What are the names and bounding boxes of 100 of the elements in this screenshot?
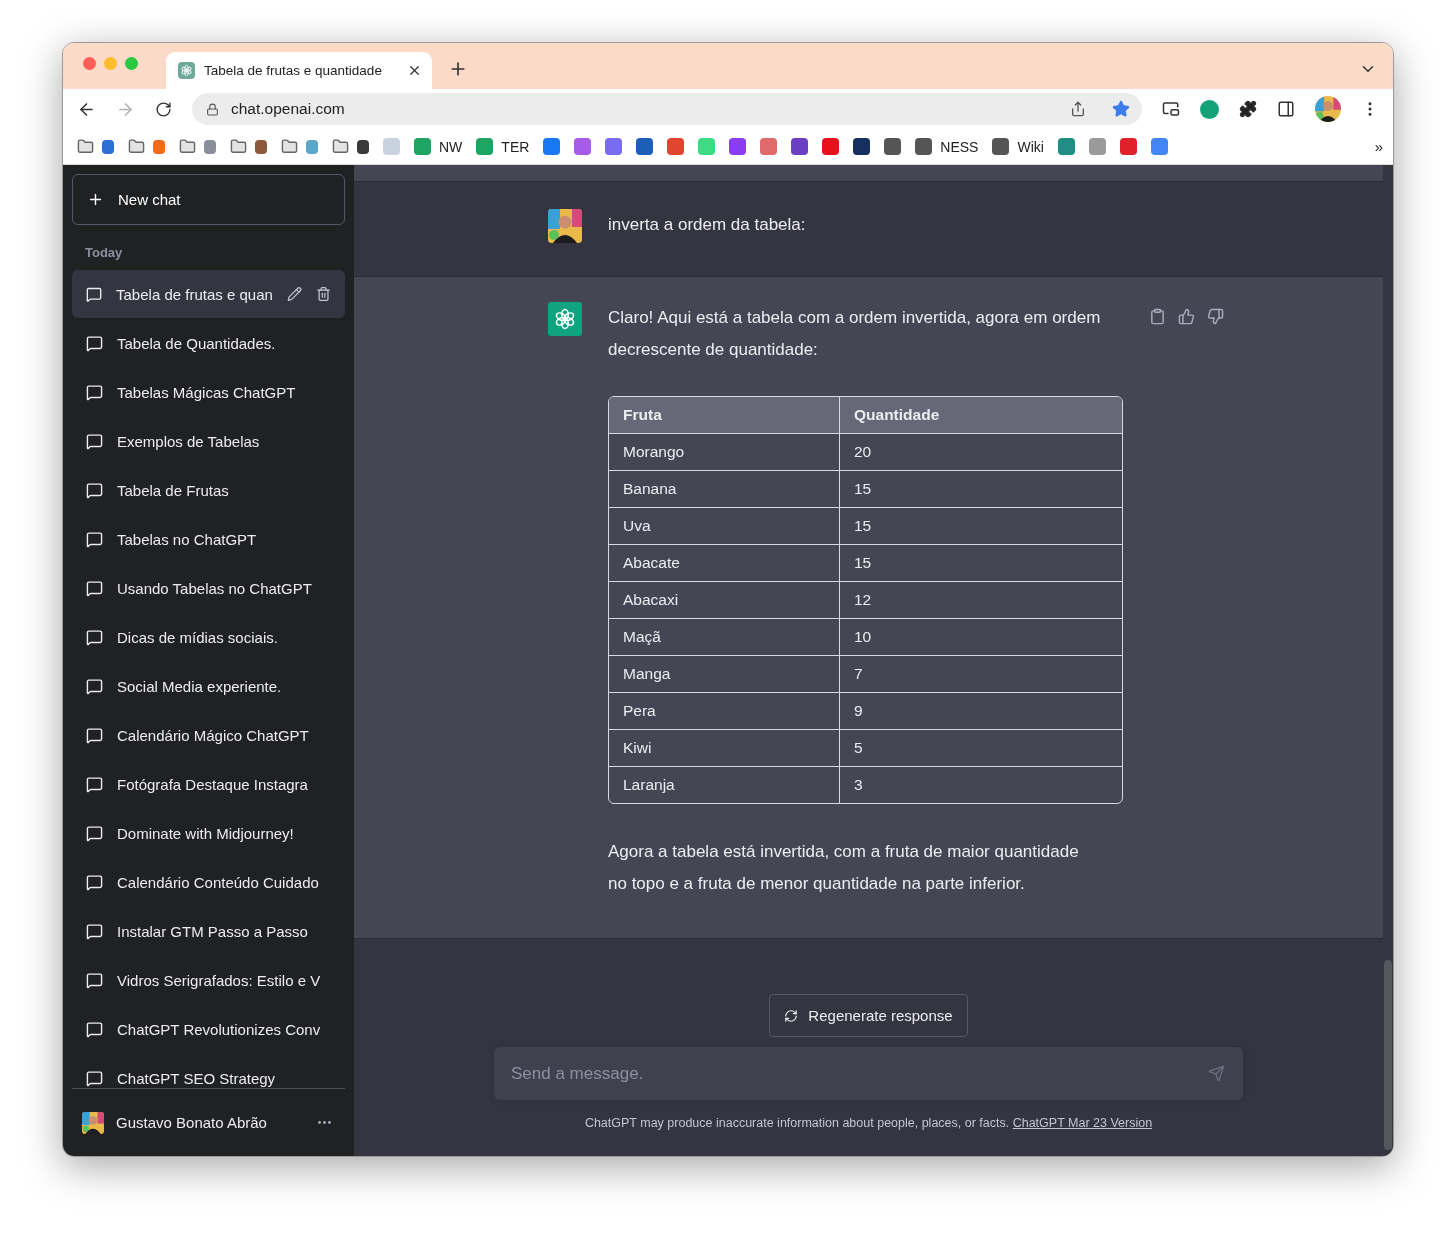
table-cell: 5 (839, 730, 1122, 767)
chat-item[interactable]: Tabela de Frutas (72, 466, 345, 514)
chat-item[interactable]: Usando Tabelas no ChatGPT (72, 564, 345, 612)
chat-bubble-icon (86, 285, 103, 303)
trash-icon[interactable] (315, 286, 331, 302)
table-cell-text: Laranja (622, 775, 676, 795)
chat-item[interactable]: Dicas de mídias sociais. (72, 613, 345, 661)
chat-item[interactable]: Calendário Mágico ChatGPT (72, 711, 345, 759)
chat-bubble-icon (86, 1069, 103, 1087)
reload-icon[interactable] (155, 100, 172, 118)
chat-item[interactable]: ChatGPT SEO Strategy (72, 1054, 345, 1088)
chat-item[interactable]: Dominate with Midjourney! (72, 809, 345, 857)
more-bookmarks-button[interactable]: » (1374, 138, 1383, 155)
table-cell: 7 (839, 656, 1122, 693)
chat-bubble-icon (86, 383, 103, 401)
table-cell: Maçã (609, 619, 839, 656)
regenerate-button[interactable]: Regenerate response (769, 994, 968, 1037)
browser-tab[interactable]: Tabela de frutas e quantidade (166, 52, 432, 89)
table-cell: 20 (839, 434, 1122, 471)
bookmark-icon[interactable] (884, 138, 902, 155)
side-panel-icon[interactable] (1277, 100, 1295, 118)
chat-bubble-icon (86, 775, 103, 793)
assistant-logo-icon (548, 302, 582, 336)
chat-bubble-icon (86, 677, 103, 695)
chat-item[interactable]: ChatGPT Revolutionizes Conv (72, 1005, 345, 1053)
bookmark-folder[interactable] (230, 138, 267, 155)
bookmark-folder[interactable] (332, 138, 369, 155)
folder-icon (332, 138, 349, 155)
chat-item[interactable]: Tabela de Quantidades. (72, 319, 345, 367)
chat-item[interactable]: Instalar GTM Passo a Passo (72, 907, 345, 955)
message-input[interactable]: Send a message. (494, 1047, 1243, 1100)
clipboard-icon[interactable] (1149, 308, 1166, 325)
table-cell: 9 (839, 693, 1122, 730)
chat-item[interactable]: Exemplos de Tabelas (72, 417, 345, 465)
bookmark-icon[interactable] (636, 138, 654, 155)
bookmark-folder[interactable] (77, 138, 114, 155)
bookmark-folder[interactable] (179, 138, 216, 155)
bookmark-icon[interactable] (791, 138, 809, 155)
chat-bubble-icon (86, 481, 103, 499)
new-chat-button[interactable]: New chat (72, 174, 345, 225)
chat-bubble-icon (86, 530, 103, 548)
chat-bubble-icon (86, 922, 103, 940)
bookmark[interactable]: Wiki (992, 138, 1044, 155)
share-icon[interactable] (1070, 101, 1086, 117)
star-icon[interactable] (1112, 100, 1130, 118)
table-cell: 15 (839, 508, 1122, 545)
puzzle-icon[interactable] (1239, 100, 1257, 118)
address-bar[interactable]: chat.openai.com (192, 93, 1142, 125)
assistant-message: Claro! Aqui está a tabela com a ordem invertida, agora em ordem decrescente de quantidade: (608, 307, 1102, 361)
chat-bubble-icon (86, 726, 103, 744)
table-cell: 12 (839, 582, 1122, 619)
bookmark-folder[interactable] (128, 138, 165, 155)
folder-icon (128, 138, 145, 155)
folder-icon (179, 138, 196, 155)
section-label: Today (84, 244, 124, 262)
scrollbar-thumb[interactable] (1384, 960, 1392, 1150)
disclaimer: ChatGPT may produce inaccurate information about people, places, or facts. ChatGPT Mar 23 Version (584, 1116, 1153, 1130)
chat-bubble-icon (86, 971, 103, 989)
bookmark[interactable]: NW (414, 138, 463, 155)
chat-item[interactable]: Social Media experiente. (72, 662, 345, 710)
table-cell: 15 (839, 471, 1122, 508)
table-cell: 10 (839, 619, 1122, 656)
chat-item[interactable]: Tabelas Mágicas ChatGPT (72, 368, 345, 416)
close-icon[interactable] (407, 63, 422, 78)
chat-item[interactable]: Tabelas no ChatGPT (72, 515, 345, 563)
chat-bubble-icon (86, 873, 103, 891)
chat-item[interactable]: Fotógrafa Destaque Instagra (72, 760, 345, 808)
table-cell: Morango (609, 434, 839, 471)
lock-icon (206, 102, 219, 116)
chat-item[interactable]: Tabela de frutas e quan (72, 270, 345, 318)
folder-icon (77, 138, 94, 155)
pencil-icon[interactable] (286, 286, 302, 302)
chat-bubble-icon (86, 628, 103, 646)
table-cell: Abacaxi (609, 582, 839, 619)
table-cell: Banana (609, 471, 839, 508)
chat-bubble-icon (86, 1020, 103, 1038)
user-menu[interactable]: Gustavo Bonato Abrão (72, 1088, 345, 1156)
column-header: Fruta (609, 397, 839, 434)
assistant-message: Agora a tabela está invertida, com a fruta de maior quantidade no topo e a fruta de menor quantidade na parte inferior. (608, 841, 1080, 895)
chat-bubble-icon (86, 824, 103, 842)
chat-bubble-icon (86, 432, 103, 450)
bookmark-icon[interactable] (853, 138, 871, 155)
thumbs-down-icon[interactable] (1207, 308, 1224, 325)
folder-icon (230, 138, 247, 155)
bookmark[interactable]: NESS (915, 138, 979, 155)
bookmark[interactable]: TER (476, 138, 530, 155)
chat-item[interactable]: Vidros Serigrafados: Estilo e V (72, 956, 345, 1004)
folder-icon (281, 138, 298, 155)
user-name: Gustavo Bonato Abrão (116, 1114, 268, 1131)
table-cell: Manga (609, 656, 839, 693)
user-message: inverta a ordem da tabela: (608, 214, 807, 236)
version-link[interactable]: ChatGPT Mar 23 Version (1012, 1116, 1153, 1130)
table-cell: Kiwi (609, 730, 839, 767)
table-cell: Uva (609, 508, 839, 545)
picture-in-picture-icon[interactable] (1162, 100, 1180, 118)
tab-favicon-icon (178, 62, 195, 79)
thumbs-up-icon[interactable] (1178, 308, 1195, 325)
column-header: Quantidade (839, 397, 1122, 434)
chat-item[interactable]: Calendário Conteúdo Cuidado (72, 858, 345, 906)
bookmark-folder[interactable] (281, 138, 318, 155)
